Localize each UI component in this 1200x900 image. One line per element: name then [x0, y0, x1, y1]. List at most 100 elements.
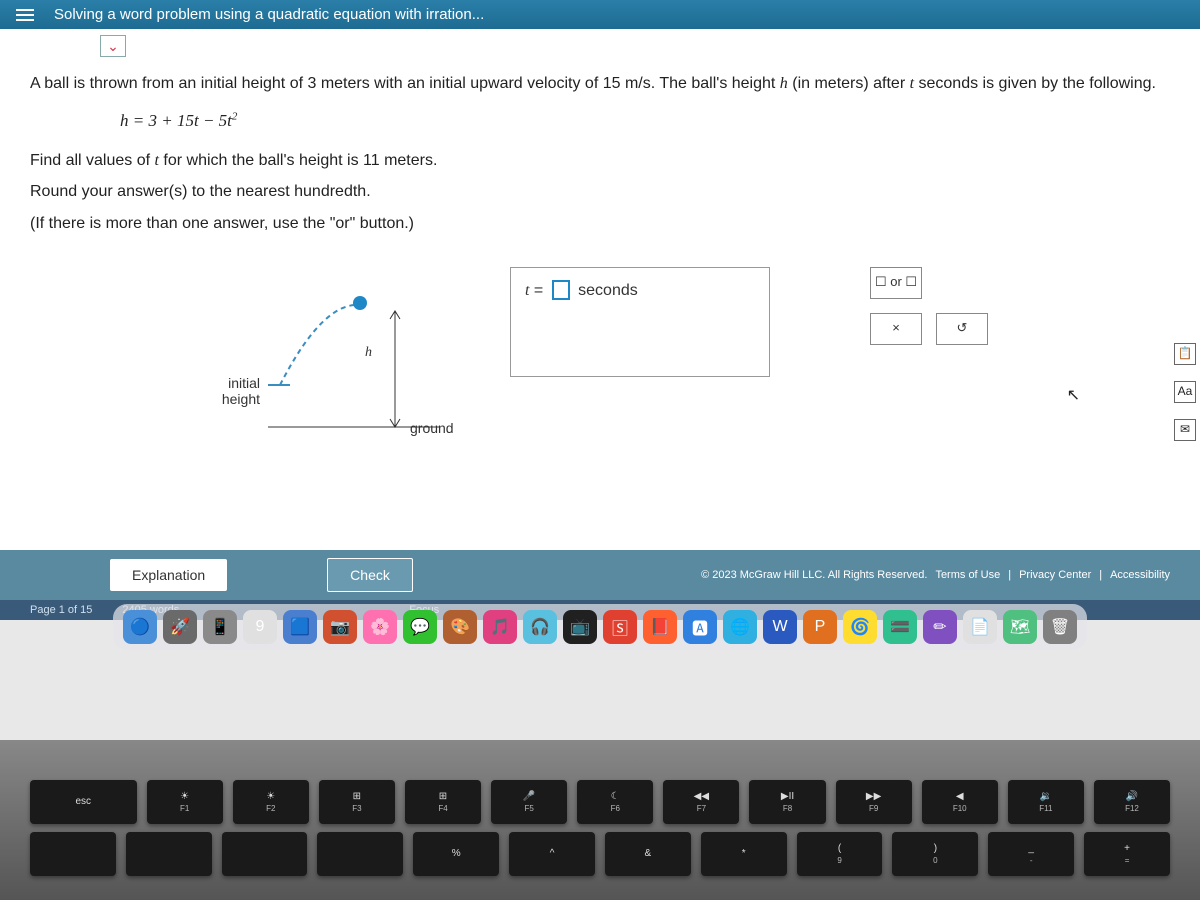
- keyboard-key: _-: [988, 832, 1074, 876]
- privacy-link[interactable]: Privacy Center: [1019, 569, 1091, 581]
- dock-app-icon[interactable]: 🅂: [603, 610, 637, 644]
- or-button[interactable]: ☐ or ☐: [870, 267, 922, 299]
- keyboard-key: [30, 832, 116, 876]
- keyboard-row-2: %^&*(9)0_-+=: [30, 832, 1170, 876]
- dock-app-icon[interactable]: 📕: [643, 610, 677, 644]
- dock-app-icon[interactable]: ✏: [923, 610, 957, 644]
- explanation-button[interactable]: Explanation: [110, 559, 227, 591]
- dock-app-icon[interactable]: 🚀: [163, 610, 197, 644]
- eq-minus: − 5: [199, 111, 227, 130]
- keyboard-key: esc: [30, 780, 137, 824]
- round-1: Round your answer(s) to the nearest hund…: [30, 179, 1170, 205]
- footer-bar: Explanation Check © 2023 McGraw Hill LLC…: [0, 550, 1200, 600]
- side-icons: 📋 Aa ✉: [1174, 343, 1196, 441]
- dock-app-icon[interactable]: 📷: [323, 610, 357, 644]
- chevron-row: ⌄: [0, 29, 1200, 63]
- lbl-initial: initial: [228, 375, 260, 391]
- keyboard-key: 🔉F11: [1008, 780, 1084, 824]
- eq-lhs: h: [120, 111, 129, 130]
- dock-app-icon[interactable]: 🌐: [723, 610, 757, 644]
- page-title: Solving a word problem using a quadratic…: [54, 6, 484, 23]
- answer-input[interactable]: [552, 280, 570, 300]
- keyboard-key: ◀◀F7: [663, 780, 739, 824]
- keyboard-key: %: [413, 832, 499, 876]
- dock-app-icon[interactable]: 🗑: [1043, 610, 1077, 644]
- reset-button[interactable]: ↺: [936, 313, 988, 345]
- check-button[interactable]: Check: [327, 558, 413, 592]
- dock-app-icon[interactable]: 🅰: [683, 610, 717, 644]
- keyboard-key: ▶▶F9: [836, 780, 912, 824]
- tool-column: ☐ or ☐ × ↺: [870, 267, 988, 345]
- keyboard-key: ⊞F4: [405, 780, 481, 824]
- terms-link[interactable]: Terms of Use: [935, 569, 1000, 581]
- dock-app-icon[interactable]: P: [803, 610, 837, 644]
- keyboard-key: 🔊F12: [1094, 780, 1170, 824]
- label-initial-height: initial height: [210, 375, 260, 409]
- equation: h = 3 + 15t − 5t2: [120, 107, 1170, 134]
- keyboard-key: +=: [1084, 832, 1170, 876]
- calculator-icon[interactable]: 📋: [1174, 343, 1196, 365]
- diagram-row: initial height h ground t = seconds ☐ or…: [210, 267, 1170, 437]
- dock-app-icon[interactable]: 🎧: [523, 610, 557, 644]
- answer-eq: =: [534, 282, 543, 299]
- cursor-icon: ↖: [1067, 383, 1080, 409]
- round-2: (If there is more than one answer, use t…: [30, 211, 1170, 237]
- dock-app-icon[interactable]: 🌸: [363, 610, 397, 644]
- keyboard-key: 🎤F5: [491, 780, 567, 824]
- var-h: h: [780, 75, 788, 92]
- keyboard-key: ⊞F3: [319, 780, 395, 824]
- dock-app-icon[interactable]: 🗺: [1003, 610, 1037, 644]
- dock-app-icon[interactable]: 🌀: [843, 610, 877, 644]
- dock-app-icon[interactable]: 9: [243, 610, 277, 644]
- dock-app-icon[interactable]: 🟦: [283, 610, 317, 644]
- copyright: © 2023 McGraw Hill LLC. All Rights Reser…: [701, 569, 927, 581]
- dock-app-icon[interactable]: W: [763, 610, 797, 644]
- clear-button[interactable]: ×: [870, 313, 922, 345]
- dock-app-icon[interactable]: 📺: [563, 610, 597, 644]
- problem-text: A ball is thrown from an initial height …: [30, 71, 1170, 237]
- keyboard: esc☀F1☀F2⊞F3⊞F4🎤F5☾F6◀◀F7▶IIF8▶▶F9◀F10🔉F…: [0, 740, 1200, 900]
- keyboard-key: (9: [797, 832, 883, 876]
- footer-right: © 2023 McGraw Hill LLC. All Rights Reser…: [701, 569, 1170, 581]
- find-2: for which the ball's height is 11 meters…: [159, 152, 437, 169]
- header-bar: Solving a word problem using a quadratic…: [0, 0, 1200, 29]
- intro-text: A ball is thrown from an initial height …: [30, 75, 780, 92]
- dock-app-icon[interactable]: 🎨: [443, 610, 477, 644]
- keyboard-row-1: esc☀F1☀F2⊞F3⊞F4🎤F5☾F6◀◀F7▶IIF8▶▶F9◀F10🔉F…: [30, 780, 1170, 824]
- dock-app-icon[interactable]: 💬: [403, 610, 437, 644]
- keyboard-key: [222, 832, 308, 876]
- dock-app-icon[interactable]: 🟰: [883, 610, 917, 644]
- dock-app-icon[interactable]: 📱: [203, 610, 237, 644]
- answer-t: t: [525, 282, 529, 299]
- chevron-down-icon[interactable]: ⌄: [100, 35, 126, 57]
- lbl-height: height: [222, 391, 260, 407]
- answer-box: t = seconds: [510, 267, 770, 377]
- mail-icon[interactable]: ✉: [1174, 419, 1196, 441]
- problem-area: A ball is thrown from an initial height …: [0, 63, 1200, 550]
- keyboard-key: ^: [509, 832, 595, 876]
- keyboard-key: ☀F1: [147, 780, 223, 824]
- keyboard-key: ▶IIF8: [749, 780, 825, 824]
- keyboard-key: &: [605, 832, 691, 876]
- keyboard-key: [317, 832, 403, 876]
- keyboard-key: )0: [892, 832, 978, 876]
- menu-icon[interactable]: [16, 9, 34, 21]
- page-indicator: Page 1 of 15: [30, 604, 92, 616]
- font-icon[interactable]: Aa: [1174, 381, 1196, 403]
- app-window: Solving a word problem using a quadratic…: [0, 0, 1200, 620]
- label-ground: ground: [410, 417, 454, 439]
- keyboard-key: *: [701, 832, 787, 876]
- keyboard-key: ☾F6: [577, 780, 653, 824]
- answer-unit: seconds: [578, 282, 638, 299]
- dock-app-icon[interactable]: 📄: [963, 610, 997, 644]
- dock-app-icon[interactable]: 🔵: [123, 610, 157, 644]
- label-h: h: [365, 342, 372, 364]
- trajectory-diagram: initial height h ground: [210, 267, 450, 437]
- intro-text-3: seconds is given by the following.: [914, 75, 1156, 92]
- intro-text-2: (in meters) after: [788, 75, 910, 92]
- keyboard-key: [126, 832, 212, 876]
- accessibility-link[interactable]: Accessibility: [1110, 569, 1170, 581]
- keyboard-key: ◀F10: [922, 780, 998, 824]
- eq-mid: = 3 + 15: [129, 111, 194, 130]
- dock-app-icon[interactable]: 🎵: [483, 610, 517, 644]
